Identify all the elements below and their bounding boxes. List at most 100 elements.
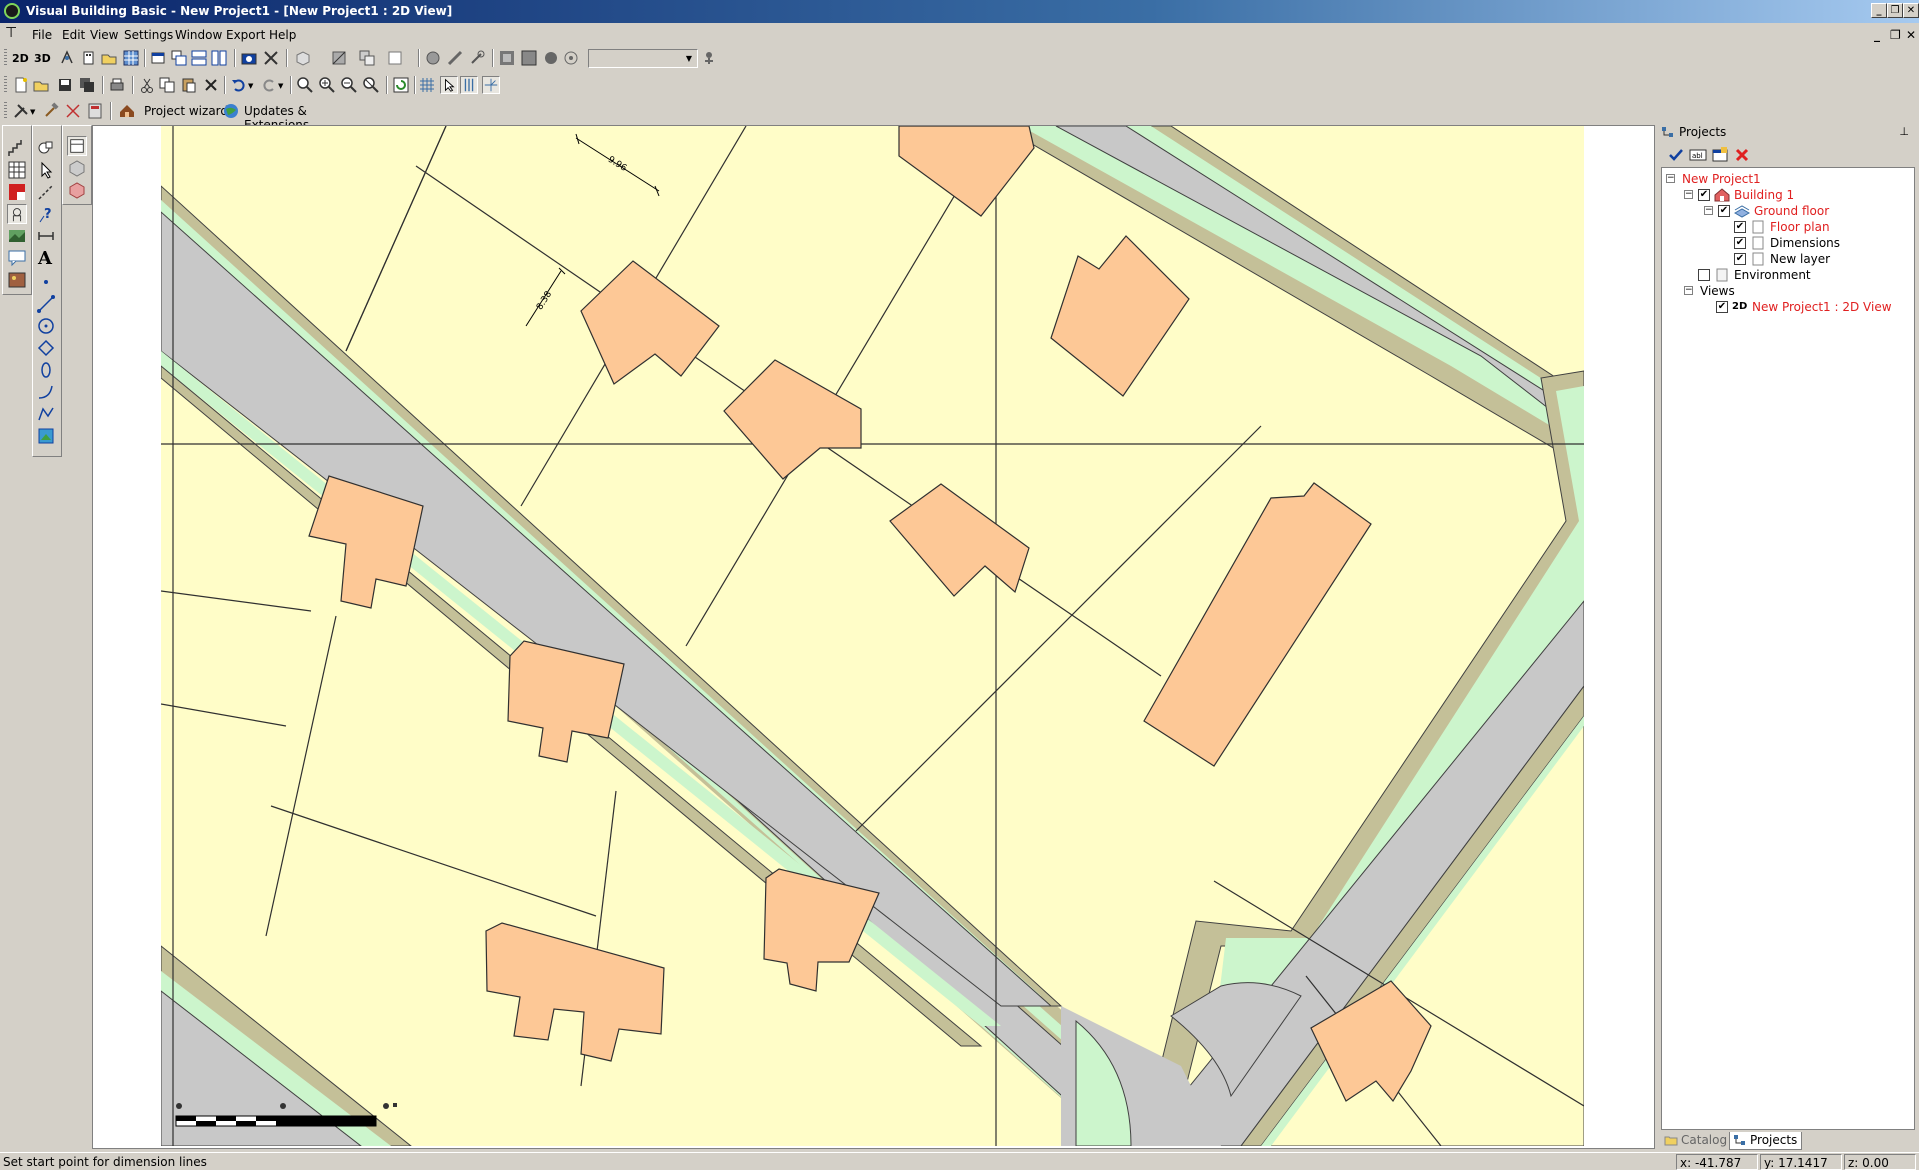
open-folder-view-icon[interactable] bbox=[100, 49, 118, 67]
building-checkbox[interactable]: ✔ bbox=[1698, 189, 1710, 201]
layout-view-icon[interactable] bbox=[67, 136, 87, 156]
save-all-icon[interactable] bbox=[78, 76, 96, 94]
redo-icon[interactable] bbox=[260, 76, 278, 94]
view-select[interactable]: ▼ bbox=[588, 49, 698, 68]
project-wizard-icon[interactable] bbox=[118, 102, 136, 120]
wall-grid-icon[interactable] bbox=[7, 160, 27, 180]
calculator-icon[interactable] bbox=[86, 102, 104, 120]
menu-settings[interactable]: Settings bbox=[124, 28, 173, 42]
print-icon[interactable] bbox=[108, 76, 126, 94]
new-file-icon[interactable] bbox=[12, 76, 30, 94]
point-tool-icon[interactable] bbox=[36, 272, 56, 292]
cut-icon[interactable] bbox=[138, 76, 156, 94]
floor-plan-checkbox[interactable]: ✔ bbox=[1734, 221, 1746, 233]
mdi-restore-button[interactable]: ❐ bbox=[1890, 28, 1901, 42]
restore-button[interactable]: ❐ bbox=[1887, 3, 1903, 18]
new-layer-checkbox[interactable]: ✔ bbox=[1734, 253, 1746, 265]
refresh-icon[interactable] bbox=[392, 76, 410, 94]
snap-cursor-icon[interactable] bbox=[440, 76, 458, 94]
comment-icon[interactable] bbox=[7, 248, 27, 268]
material-icon[interactable] bbox=[520, 49, 538, 67]
tab-catalog[interactable]: Catalog bbox=[1661, 1132, 1731, 1150]
collapse-icon[interactable]: − bbox=[1704, 206, 1713, 215]
rename-icon[interactable]: abl bbox=[1689, 146, 1707, 164]
landscape-icon[interactable] bbox=[7, 226, 27, 246]
measure-cross-icon[interactable] bbox=[64, 102, 82, 120]
link-icon[interactable] bbox=[424, 49, 442, 67]
tile-vertical-icon[interactable] bbox=[210, 49, 228, 67]
line-tool-icon[interactable] bbox=[36, 182, 56, 202]
minimize-button[interactable]: _ bbox=[1871, 3, 1887, 18]
snap-ortho-icon[interactable] bbox=[482, 76, 500, 94]
ground-floor-checkbox[interactable]: ✔ bbox=[1718, 205, 1730, 217]
render-icon[interactable] bbox=[262, 49, 280, 67]
pin-icon[interactable]: ⊥ bbox=[1899, 125, 1909, 138]
grid-view-icon[interactable] bbox=[122, 49, 140, 67]
mdi-minimize-button[interactable]: _ bbox=[1874, 28, 1880, 42]
menu-view[interactable]: View bbox=[90, 28, 118, 42]
menu-help[interactable]: Help bbox=[269, 28, 296, 42]
image-tool-icon[interactable] bbox=[36, 426, 56, 446]
toolbar-grip[interactable] bbox=[4, 76, 7, 94]
delete-red-icon[interactable] bbox=[1733, 146, 1751, 164]
close-button[interactable]: ✕ bbox=[1903, 3, 1919, 18]
open-folder-icon[interactable] bbox=[32, 76, 50, 94]
undo-icon[interactable] bbox=[230, 76, 248, 94]
freeform-tool-icon[interactable] bbox=[36, 404, 56, 424]
hammer-icon[interactable] bbox=[42, 102, 60, 120]
site-plan-map[interactable]: 9.96 8.38 bbox=[161, 126, 1584, 1146]
walk-camera-icon[interactable] bbox=[700, 49, 718, 67]
drawing-canvas[interactable]: 9.96 8.38 bbox=[92, 125, 1655, 1149]
toolbar-grip[interactable] bbox=[4, 49, 7, 67]
circle-tool-icon[interactable] bbox=[36, 316, 56, 336]
select-arrow-icon[interactable] bbox=[36, 160, 56, 180]
project-wizard-button[interactable]: Project wizard bbox=[144, 104, 228, 118]
tab-projects[interactable]: Projects bbox=[1729, 1132, 1803, 1150]
properties-icon[interactable] bbox=[1711, 146, 1729, 164]
color-fill-icon[interactable] bbox=[7, 182, 27, 202]
furniture-icon[interactable] bbox=[7, 204, 27, 224]
dimensions-checkbox[interactable]: ✔ bbox=[1734, 237, 1746, 249]
save-icon[interactable] bbox=[56, 76, 74, 94]
mdi-close-button[interactable]: ✕ bbox=[1906, 28, 1916, 42]
menu-file[interactable]: File bbox=[32, 28, 52, 42]
texture-icon[interactable] bbox=[498, 49, 516, 67]
window-tile-icon[interactable] bbox=[170, 49, 188, 67]
collapse-icon[interactable]: − bbox=[1684, 190, 1693, 199]
frame-icon[interactable] bbox=[386, 49, 404, 67]
camera-icon[interactable] bbox=[240, 49, 258, 67]
snap-lines-icon[interactable] bbox=[460, 76, 478, 94]
stairs-icon[interactable] bbox=[7, 138, 27, 158]
target-icon[interactable] bbox=[562, 49, 580, 67]
zoom-extents-icon[interactable] bbox=[362, 76, 380, 94]
tile-horizontal-icon[interactable] bbox=[190, 49, 208, 67]
grid-icon[interactable] bbox=[418, 76, 436, 94]
ellipse-tool-icon[interactable] bbox=[36, 360, 56, 380]
paste-icon[interactable] bbox=[180, 76, 198, 94]
toolbar-grip[interactable] bbox=[4, 102, 7, 120]
2d-view-checkbox[interactable]: ✔ bbox=[1716, 301, 1728, 313]
building-view-icon[interactable] bbox=[80, 49, 98, 67]
zoom-out-icon[interactable] bbox=[340, 76, 358, 94]
zoom-in-icon[interactable] bbox=[318, 76, 336, 94]
collapse-icon[interactable]: − bbox=[1666, 174, 1675, 183]
text-tool-icon[interactable]: A bbox=[38, 248, 58, 269]
tools-icon[interactable] bbox=[446, 49, 464, 67]
delete-icon[interactable] bbox=[202, 76, 220, 94]
environment-checkbox[interactable] bbox=[1698, 269, 1710, 281]
globe-icon[interactable] bbox=[222, 102, 240, 120]
color-box-icon[interactable] bbox=[67, 180, 87, 200]
collapse-icon[interactable]: − bbox=[1684, 286, 1693, 295]
wrench-icon[interactable] bbox=[468, 49, 486, 67]
redo-dropdown-icon[interactable]: ▼ bbox=[278, 82, 296, 100]
view-2d-button[interactable]: 2D bbox=[12, 52, 30, 70]
tools-menu-icon[interactable] bbox=[12, 102, 30, 120]
surface-icon[interactable] bbox=[330, 49, 348, 67]
window-cascade-icon[interactable] bbox=[150, 49, 168, 67]
polyline-tool-icon[interactable] bbox=[36, 294, 56, 314]
shape-tool-icon[interactable] bbox=[36, 138, 56, 158]
dimension-tool-icon[interactable] bbox=[36, 226, 56, 246]
light-icon[interactable] bbox=[542, 49, 560, 67]
menu-export[interactable]: Export bbox=[226, 28, 265, 42]
view-3d-button[interactable]: 3D bbox=[34, 52, 52, 70]
